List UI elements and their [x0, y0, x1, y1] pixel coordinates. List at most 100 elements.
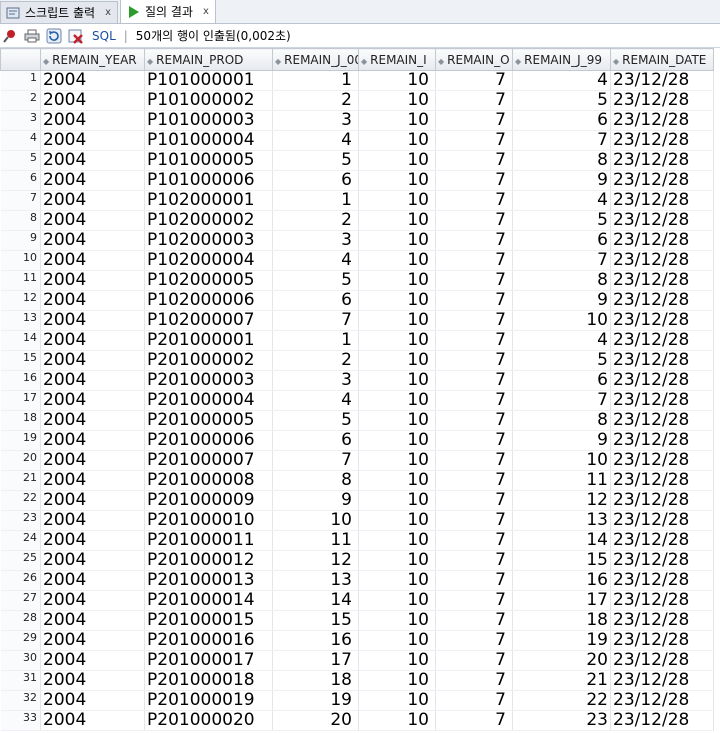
table-row[interactable]: 28 2004 P201000015 15 10 7 18 23/12/28: [0, 610, 714, 631]
cell-remain-year[interactable]: 2004: [40, 590, 145, 611]
cell-remain-j99[interactable]: 8: [512, 270, 611, 291]
cell-remain-i[interactable]: 10: [358, 490, 436, 511]
cell-remain-j00[interactable]: 20: [272, 710, 359, 731]
table-row[interactable]: 1 2004 P101000001 1 10 7 4 23/12/28: [0, 70, 714, 91]
table-row[interactable]: 19 2004 P201000006 6 10 7 9 23/12/28: [0, 430, 714, 451]
cell-remain-j00[interactable]: 3: [272, 370, 359, 391]
cell-remain-o[interactable]: 7: [435, 470, 513, 491]
cell-remain-i[interactable]: 10: [358, 70, 436, 91]
cell-remain-year[interactable]: 2004: [40, 170, 145, 191]
cell-remain-i[interactable]: 10: [358, 190, 436, 211]
cell-remain-date[interactable]: 23/12/28: [610, 150, 714, 171]
cell-remain-year[interactable]: 2004: [40, 530, 145, 551]
cell-remain-date[interactable]: 23/12/28: [610, 530, 714, 551]
cell-remain-o[interactable]: 7: [435, 370, 513, 391]
cell-remain-j99[interactable]: 18: [512, 610, 611, 631]
cell-remain-j99[interactable]: 11: [512, 470, 611, 491]
cell-remain-j00[interactable]: 1: [272, 190, 359, 211]
cell-remain-j00[interactable]: 6: [272, 430, 359, 451]
cell-remain-year[interactable]: 2004: [40, 290, 145, 311]
cell-remain-year[interactable]: 2004: [40, 210, 145, 231]
cell-remain-year[interactable]: 2004: [40, 430, 145, 451]
cell-remain-i[interactable]: 10: [358, 710, 436, 731]
cell-remain-date[interactable]: 23/12/28: [610, 470, 714, 491]
cell-remain-j99[interactable]: 4: [512, 190, 611, 211]
cell-remain-j99[interactable]: 20: [512, 650, 611, 671]
cell-remain-date[interactable]: 23/12/28: [610, 70, 714, 91]
cell-remain-i[interactable]: 10: [358, 230, 436, 251]
cell-remain-year[interactable]: 2004: [40, 690, 145, 711]
cell-remain-j99[interactable]: 22: [512, 690, 611, 711]
cell-remain-year[interactable]: 2004: [40, 510, 145, 531]
table-row[interactable]: 5 2004 P101000005 5 10 7 8 23/12/28: [0, 150, 714, 171]
cell-remain-j99[interactable]: 9: [512, 170, 611, 191]
column-header[interactable]: ◆ REMAIN_YEAR: [40, 48, 145, 71]
cell-remain-j00[interactable]: 4: [272, 130, 359, 151]
cell-remain-o[interactable]: 7: [435, 110, 513, 131]
cell-remain-i[interactable]: 10: [358, 570, 436, 591]
sql-button[interactable]: SQL: [92, 29, 116, 43]
table-row[interactable]: 17 2004 P201000004 4 10 7 7 23/12/28: [0, 390, 714, 411]
cell-remain-j99[interactable]: 16: [512, 570, 611, 591]
cell-remain-j99[interactable]: 4: [512, 70, 611, 91]
cell-remain-j00[interactable]: 2: [272, 210, 359, 231]
cell-remain-o[interactable]: 7: [435, 390, 513, 411]
cell-remain-year[interactable]: 2004: [40, 250, 145, 271]
cell-remain-i[interactable]: 10: [358, 170, 436, 191]
cell-remain-prod[interactable]: P201000008: [144, 470, 273, 491]
cell-remain-j00[interactable]: 11: [272, 530, 359, 551]
cell-remain-j99[interactable]: 17: [512, 590, 611, 611]
cell-remain-j00[interactable]: 1: [272, 70, 359, 91]
table-row[interactable]: 30 2004 P201000017 17 10 7 20 23/12/28: [0, 650, 714, 671]
table-row[interactable]: 4 2004 P101000004 4 10 7 7 23/12/28: [0, 130, 714, 151]
cell-remain-prod[interactable]: P201000012: [144, 550, 273, 571]
cell-remain-j00[interactable]: 2: [272, 350, 359, 371]
cell-remain-j00[interactable]: 6: [272, 170, 359, 191]
cell-remain-j00[interactable]: 10: [272, 510, 359, 531]
cell-remain-i[interactable]: 10: [358, 110, 436, 131]
cell-remain-o[interactable]: 7: [435, 70, 513, 91]
cell-remain-j99[interactable]: 23: [512, 710, 611, 731]
cell-remain-date[interactable]: 23/12/28: [610, 590, 714, 611]
cell-remain-j00[interactable]: 4: [272, 250, 359, 271]
cell-remain-year[interactable]: 2004: [40, 470, 145, 491]
close-icon[interactable]: x: [203, 6, 209, 17]
cell-remain-j99[interactable]: 19: [512, 630, 611, 651]
cell-remain-prod[interactable]: P201000010: [144, 510, 273, 531]
cell-remain-prod[interactable]: P102000006: [144, 290, 273, 311]
cell-remain-j99[interactable]: 9: [512, 430, 611, 451]
cell-remain-i[interactable]: 10: [358, 430, 436, 451]
cell-remain-j00[interactable]: 5: [272, 270, 359, 291]
cell-remain-year[interactable]: 2004: [40, 270, 145, 291]
cell-remain-o[interactable]: 7: [435, 490, 513, 511]
cell-remain-year[interactable]: 2004: [40, 630, 145, 651]
column-header[interactable]: ◆ REMAIN_O: [435, 48, 513, 71]
cell-remain-j00[interactable]: 12: [272, 550, 359, 571]
column-header[interactable]: ◆ REMAIN_I: [358, 48, 436, 71]
cell-remain-date[interactable]: 23/12/28: [610, 170, 714, 191]
cell-remain-j99[interactable]: 6: [512, 110, 611, 131]
cell-remain-i[interactable]: 10: [358, 290, 436, 311]
cell-remain-date[interactable]: 23/12/28: [610, 130, 714, 151]
cell-remain-date[interactable]: 23/12/28: [610, 270, 714, 291]
cell-remain-j00[interactable]: 6: [272, 290, 359, 311]
cell-remain-date[interactable]: 23/12/28: [610, 290, 714, 311]
cell-remain-year[interactable]: 2004: [40, 710, 145, 731]
cell-remain-o[interactable]: 7: [435, 170, 513, 191]
cell-remain-o[interactable]: 7: [435, 570, 513, 591]
cell-remain-prod[interactable]: P201000020: [144, 710, 273, 731]
cell-remain-year[interactable]: 2004: [40, 370, 145, 391]
cell-remain-date[interactable]: 23/12/28: [610, 690, 714, 711]
cell-remain-prod[interactable]: P102000005: [144, 270, 273, 291]
cell-remain-prod[interactable]: P201000014: [144, 590, 273, 611]
cell-remain-prod[interactable]: P102000002: [144, 210, 273, 231]
cell-remain-prod[interactable]: P201000003: [144, 370, 273, 391]
cell-remain-j99[interactable]: 10: [512, 450, 611, 471]
cell-remain-prod[interactable]: P201000019: [144, 690, 273, 711]
cell-remain-j00[interactable]: 3: [272, 110, 359, 131]
cell-remain-prod[interactable]: P201000011: [144, 530, 273, 551]
cell-remain-o[interactable]: 7: [435, 130, 513, 151]
cell-remain-i[interactable]: 10: [358, 650, 436, 671]
table-row[interactable]: 32 2004 P201000019 19 10 7 22 23/12/28: [0, 690, 714, 711]
table-row[interactable]: 31 2004 P201000018 18 10 7 21 23/12/28: [0, 670, 714, 691]
